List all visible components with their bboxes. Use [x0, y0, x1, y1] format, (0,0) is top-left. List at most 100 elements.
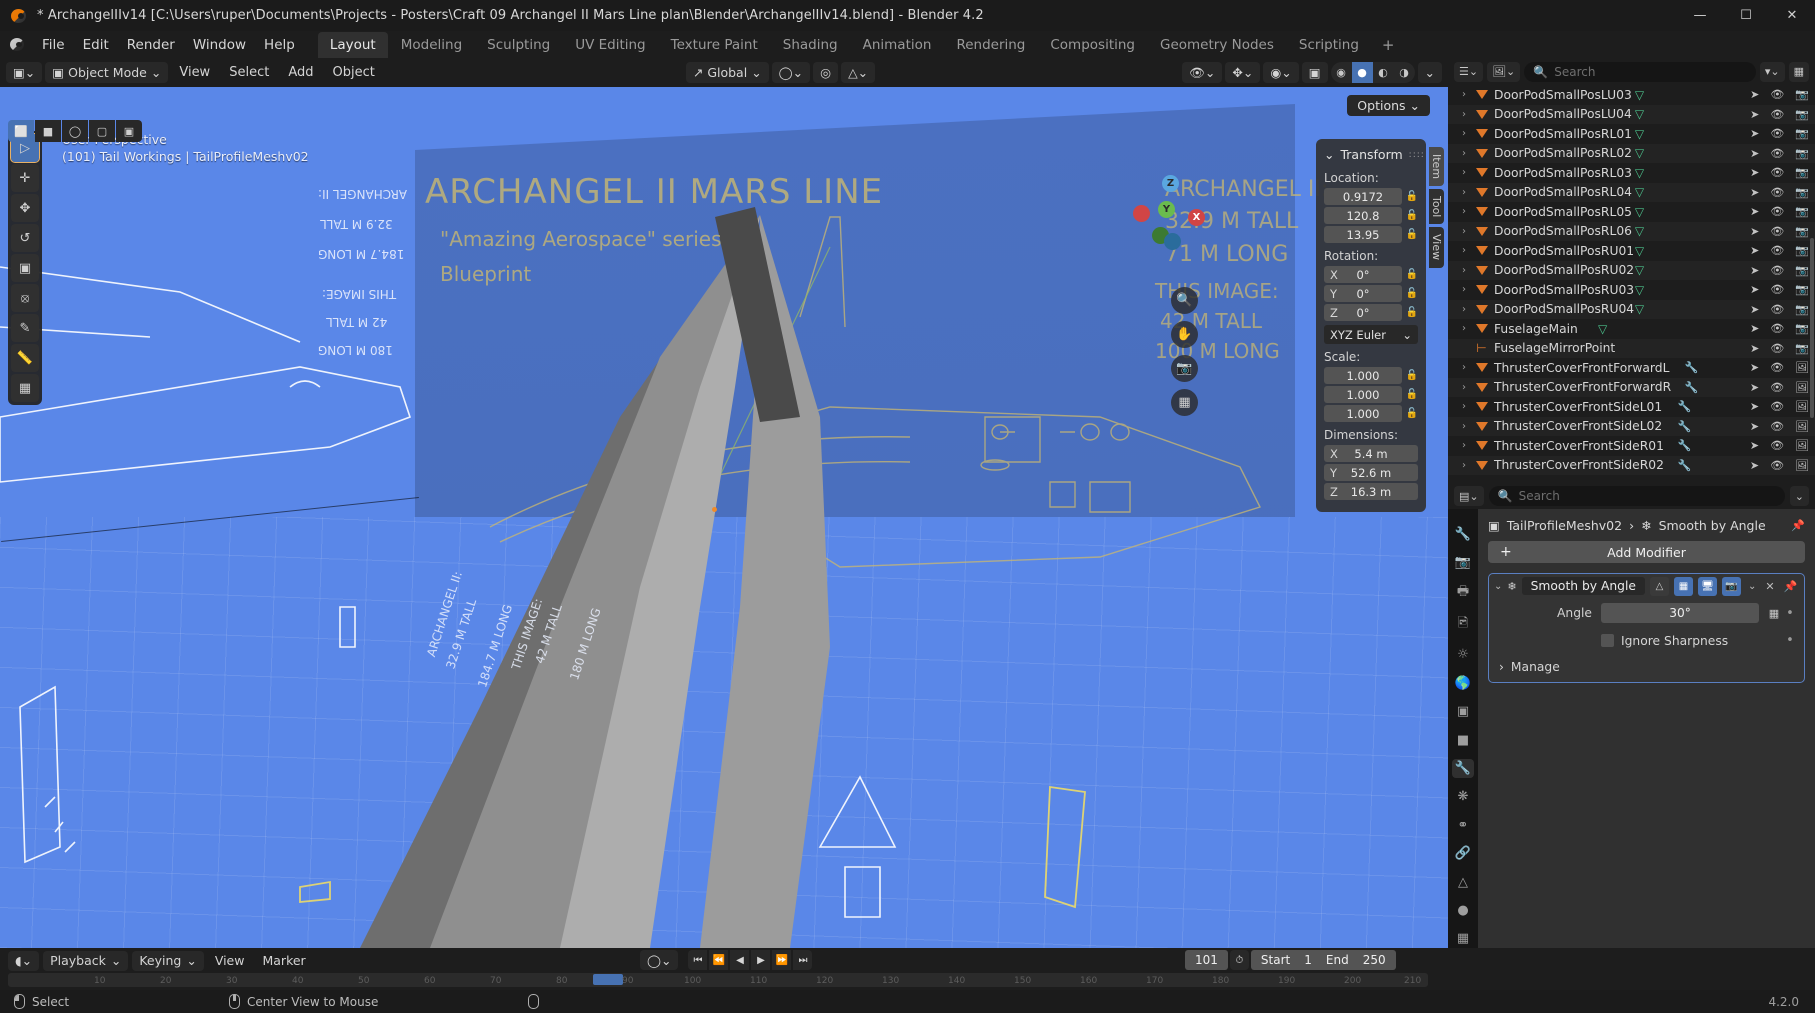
mesh-data-icon[interactable]: ▽ [1635, 263, 1644, 277]
panel-drag-handle[interactable]: :::: [1409, 150, 1425, 160]
hide-in-viewport-eye-icon[interactable]: 👁 [1770, 186, 1784, 199]
jump-to-start-icon[interactable]: ⏮ [688, 950, 708, 970]
tweak-select-icon[interactable]: ⬜ [8, 120, 34, 142]
lock-icon[interactable]: 🔓 [1406, 388, 1418, 402]
chevron-right-icon[interactable]: › [1456, 362, 1472, 373]
modifier-extras-dropdown-icon[interactable]: ⌄ [1748, 581, 1756, 592]
dimension-y-field[interactable]: Y 52.6 m [1324, 464, 1418, 481]
mesh-data-icon[interactable]: ▽ [1635, 302, 1644, 316]
menu-help[interactable]: Help [255, 34, 304, 56]
navigation-gizmo[interactable]: Z X Y [1132, 175, 1205, 250]
disable-in-render-camera-icon[interactable]: 📷 [1795, 205, 1809, 218]
selectable-toggle-icon[interactable]: ➤ [1750, 361, 1759, 374]
properties-search-input[interactable]: 🔍 Search [1488, 486, 1785, 506]
jump-to-end-icon[interactable]: ⏭ [793, 950, 813, 970]
modifier-icon[interactable]: 🔧 [1685, 361, 1699, 374]
lock-icon[interactable]: 🔓 [1406, 306, 1418, 320]
viewport-menu-view[interactable]: View [171, 62, 218, 83]
outliner-row[interactable]: › ThrusterCoverFrontSideR01 🔧 ➤ 👁 🖼 [1448, 436, 1815, 456]
disable-in-render-camera-icon[interactable]: 📷 [1795, 88, 1809, 101]
selectable-toggle-icon[interactable]: ➤ [1750, 420, 1759, 433]
hide-in-viewport-eye-icon[interactable]: 👁 [1770, 205, 1784, 218]
chevron-right-icon[interactable]: › [1456, 284, 1472, 295]
chevron-right-icon[interactable]: › [1456, 382, 1472, 393]
timeline-editor[interactable]: ◖⌄ Playback ⌄ Keying ⌄ View Marker ◯⌄ ⏮ … [0, 948, 1448, 990]
ignore-sharpness-checkbox[interactable] [1601, 634, 1614, 647]
sidebar-tab-tool[interactable]: Tool [1429, 189, 1444, 225]
chevron-right-icon[interactable]: › [1456, 167, 1472, 178]
selectable-toggle-icon[interactable]: ➤ [1750, 225, 1759, 238]
tab-modeling[interactable]: Modeling [389, 32, 474, 58]
solid-shading-icon[interactable]: ● [1351, 62, 1373, 83]
playback-menu[interactable]: Playback ⌄ [43, 950, 129, 971]
hide-in-viewport-eye-icon[interactable]: 👁 [1770, 127, 1784, 140]
rotation-y-field[interactable]: Y 0° [1324, 285, 1402, 302]
maximize-button[interactable]: ☐ [1723, 0, 1769, 31]
outliner-row[interactable]: › ThrusterCoverFrontSideL02 🔧 ➤ 👁 🖼 [1448, 416, 1815, 436]
hide-in-viewport-eye-icon[interactable]: 👁 [1770, 439, 1784, 452]
tab-modifiers-icon[interactable]: 🔧 [1452, 759, 1474, 778]
mesh-data-icon[interactable]: ▽ [1635, 166, 1644, 180]
chevron-right-icon[interactable]: › [1456, 109, 1472, 120]
outliner-row[interactable]: › DoorPodSmallPosRL04 ▽ ➤ 👁 📷 [1448, 182, 1815, 202]
tab-constraints-icon[interactable]: 🔗 [1452, 845, 1474, 863]
outliner-row[interactable]: › DoorPodSmallPosRL05 ▽ ➤ 👁 📷 [1448, 202, 1815, 222]
chevron-right-icon[interactable]: › [1456, 148, 1472, 159]
show-in-edit-mode-cage-icon[interactable]: △ [1649, 576, 1669, 596]
mesh-data-icon[interactable]: ▽ [1635, 88, 1644, 102]
gizmo-axis-x-neg[interactable] [1133, 205, 1150, 222]
disable-in-render-camera-icon[interactable]: 🖼 [1795, 381, 1809, 394]
tab-shading[interactable]: Shading [771, 32, 850, 58]
previous-keyframe-icon[interactable]: ⏪ [709, 950, 729, 970]
delete-modifier-icon[interactable]: ✕ [1765, 580, 1774, 593]
modifier-icon[interactable]: 🔧 [1678, 420, 1692, 433]
mesh-data-icon[interactable]: ▽ [1635, 127, 1644, 141]
tab-uv-editing[interactable]: UV Editing [563, 32, 657, 58]
disable-in-render-camera-icon[interactable]: 📷 [1795, 322, 1809, 335]
modifier-icon[interactable]: 🔧 [1678, 459, 1692, 472]
selectable-toggle-icon[interactable]: ➤ [1750, 127, 1759, 140]
pin-modifier-icon[interactable]: 📌 [1784, 580, 1798, 593]
selectable-toggle-icon[interactable]: ➤ [1750, 108, 1759, 121]
chevron-right-icon[interactable]: › [1456, 323, 1472, 334]
auto-keying-toggle[interactable]: ◯⌄ [640, 950, 679, 970]
breadcrumb-object-name[interactable]: TailProfileMeshv02 [1507, 518, 1622, 533]
blender-menu-icon[interactable] [9, 36, 26, 53]
tab-particles-icon[interactable]: ❋ [1452, 788, 1474, 806]
hide-in-viewport-eye-icon[interactable]: 👁 [1770, 342, 1784, 355]
hide-in-viewport-eye-icon[interactable]: 👁 [1770, 420, 1784, 433]
outliner-row[interactable]: › ThrusterCoverFrontSideR02 🔧 ➤ 👁 🖼 [1448, 455, 1815, 475]
transform-panel-header[interactable]: ⌄ Transform :::: [1324, 147, 1424, 162]
menu-render[interactable]: Render [118, 34, 184, 56]
rendered-shading-icon[interactable]: ◑ [1394, 62, 1415, 83]
chevron-right-icon[interactable]: › [1456, 421, 1472, 432]
hide-in-viewport-eye-icon[interactable]: 👁 [1770, 88, 1784, 101]
tool-measure-icon[interactable]: 📏 [11, 344, 39, 372]
current-frame-field[interactable]: 101 [1185, 950, 1228, 970]
chevron-right-icon[interactable]: › [1456, 89, 1472, 100]
selectable-toggle-icon[interactable]: ➤ [1750, 205, 1759, 218]
timeline-menu-marker[interactable]: Marker [255, 953, 312, 968]
box-select-icon[interactable]: ■ [35, 120, 61, 142]
hide-in-viewport-eye-icon[interactable]: 👁 [1770, 322, 1784, 335]
modifier-name-field[interactable]: Smooth by Angle [1521, 577, 1645, 595]
chevron-right-icon[interactable]: › [1456, 460, 1472, 471]
lock-icon[interactable]: 🔓 [1406, 407, 1418, 421]
ignore-sharpness-animate-dot-icon[interactable]: • [1784, 633, 1796, 648]
tab-material-icon[interactable]: ● [1452, 901, 1474, 919]
lasso-select-icon[interactable]: ▢ [89, 120, 115, 142]
snap-target-selector[interactable]: ◯⌄ [771, 62, 811, 83]
disable-in-render-camera-icon[interactable]: 🖼 [1795, 400, 1809, 413]
tool-rotate-icon[interactable]: ↺ [11, 224, 39, 252]
material-preview-icon[interactable]: ◐ [1373, 62, 1394, 83]
tab-physics-icon[interactable]: ⚭ [1452, 816, 1474, 834]
breadcrumb-modifier-name[interactable]: Smooth by Angle [1659, 518, 1766, 533]
outliner-row[interactable]: › DoorPodSmallPosRU04 ▽ ➤ 👁 📷 [1448, 299, 1815, 319]
tab-collection-icon[interactable]: ▣ [1452, 703, 1474, 721]
tab-texture-icon[interactable]: ▦ [1452, 930, 1474, 948]
lock-icon[interactable]: 🔓 [1406, 369, 1418, 383]
disable-in-render-camera-icon[interactable]: 🖼 [1795, 361, 1809, 374]
disable-in-render-camera-icon[interactable]: 📷 [1795, 108, 1809, 121]
selectable-toggle-icon[interactable]: ➤ [1750, 186, 1759, 199]
tab-view-layer-icon[interactable]: 🖻 [1452, 614, 1474, 636]
